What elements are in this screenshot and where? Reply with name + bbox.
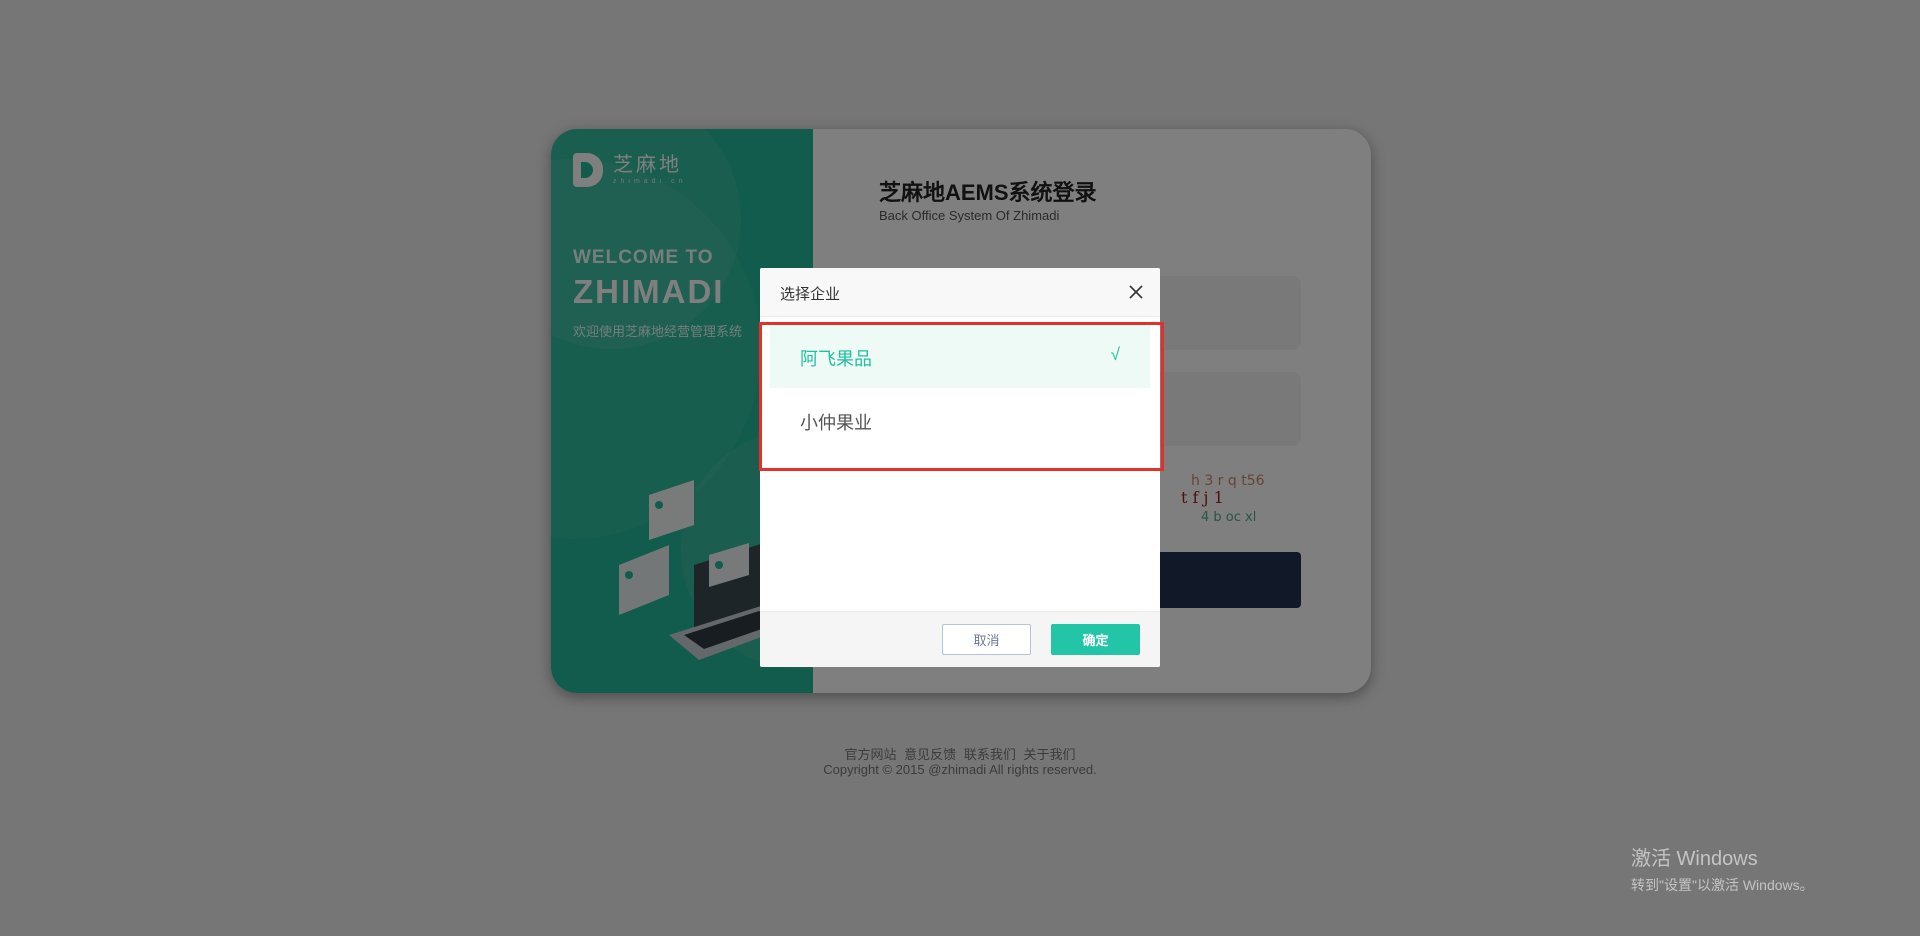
watermark-title: 激活 Windows — [1631, 848, 1758, 870]
dialog-footer: 取消 确定 — [760, 611, 1160, 667]
close-button[interactable] — [1124, 280, 1148, 304]
dialog-title: 选择企业 — [780, 286, 841, 303]
confirm-button[interactable]: 确定 — [1051, 624, 1140, 655]
annotation-highlight-box — [759, 322, 1164, 471]
close-icon — [1129, 285, 1143, 299]
dialog-header: 选择企业 — [760, 268, 1160, 317]
windows-activation-watermark: 激活 Windows 转到"设置"以激活 Windows。 — [1631, 842, 1814, 895]
watermark-subtitle: 转到"设置"以激活 Windows。 — [1631, 877, 1814, 893]
cancel-button[interactable]: 取消 — [942, 624, 1031, 655]
